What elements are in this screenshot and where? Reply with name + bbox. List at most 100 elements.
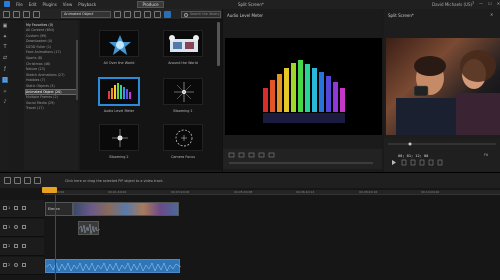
video-clip[interactable]: Electro bbox=[45, 202, 73, 216]
category-item[interactable]: All Content (694) bbox=[26, 28, 76, 33]
ruler-tick: 00;10;00;20 bbox=[421, 190, 440, 194]
playhead-handle[interactable] bbox=[42, 187, 57, 193]
library-label: Around the World bbox=[168, 61, 198, 65]
audio-clip[interactable] bbox=[45, 259, 182, 273]
lock-icon[interactable] bbox=[22, 244, 26, 248]
download-icon[interactable] bbox=[144, 11, 151, 18]
transition-room-icon[interactable]: ⇄ bbox=[2, 55, 8, 61]
new-object-icon[interactable] bbox=[114, 11, 121, 18]
list-view-icon[interactable] bbox=[164, 11, 171, 18]
menu-playback[interactable]: Playback bbox=[78, 2, 96, 7]
library-thumb[interactable] bbox=[99, 30, 139, 57]
category-item[interactable]: Travel (17) bbox=[26, 106, 76, 111]
focus-ring-object-icon bbox=[175, 129, 193, 147]
blue-star-object-icon bbox=[109, 35, 131, 55]
track-enable-checkbox[interactable] bbox=[3, 263, 7, 267]
zoom-select[interactable]: Fit bbox=[484, 153, 488, 157]
track-enable-checkbox[interactable] bbox=[3, 206, 7, 210]
library-thumb-selected[interactable] bbox=[99, 78, 139, 105]
category-item-selected[interactable]: Animated Object (20) bbox=[25, 88, 77, 96]
clip-label: Electro bbox=[48, 207, 60, 211]
search-input[interactable]: Search the library bbox=[181, 11, 221, 18]
menu-view[interactable]: View bbox=[63, 2, 73, 7]
ruler-tick: 00;06;40;12 bbox=[296, 190, 315, 194]
video-clip[interactable] bbox=[73, 202, 179, 216]
track-number: 2 bbox=[8, 263, 11, 267]
media-room-icon[interactable]: ▣ bbox=[2, 23, 8, 29]
lock-icon[interactable] bbox=[22, 263, 26, 267]
import-icon[interactable] bbox=[3, 11, 10, 18]
category-item[interactable]: Christmas (46) bbox=[26, 62, 76, 67]
category-item[interactable]: DZ3D Fuller (1) bbox=[26, 45, 76, 50]
track-enable-checkbox[interactable] bbox=[3, 244, 7, 248]
menu-bar: File Edit Plugins View Playback bbox=[4, 1, 96, 7]
library-thumb[interactable] bbox=[163, 124, 203, 151]
timeline-view-icon[interactable] bbox=[4, 177, 11, 184]
pip-object-room-icon[interactable]: ◫ bbox=[2, 77, 8, 83]
preview-title: Split Screen* bbox=[388, 13, 414, 18]
search-icon bbox=[184, 13, 188, 17]
maximize-icon[interactable]: ☐ bbox=[488, 1, 492, 6]
window-controls: ? — ☐ ✕ bbox=[472, 1, 500, 6]
storyboard-icon[interactable] bbox=[14, 177, 21, 184]
designer-preview[interactable] bbox=[225, 38, 382, 135]
category-item[interactable]: Custom (99) bbox=[26, 34, 76, 39]
library-thumb[interactable] bbox=[163, 30, 203, 57]
library-thumb[interactable] bbox=[163, 78, 203, 105]
track-header-video-1: 1 bbox=[0, 200, 44, 218]
timeline-ruler[interactable]: 00;00;00;00 00;01;40;04 00;03;20;06 00;0… bbox=[44, 190, 500, 195]
menu-file[interactable]: File bbox=[16, 2, 23, 7]
track-header-video-2: 2 bbox=[0, 238, 44, 256]
produce-button[interactable]: Produce bbox=[137, 1, 164, 8]
audio-mixing-icon[interactable]: ♪ bbox=[2, 99, 8, 105]
category-dropdown[interactable]: Animated Object bbox=[61, 11, 111, 18]
title-room-icon[interactable]: T bbox=[2, 44, 8, 50]
track-header-audio-2: 2 bbox=[0, 257, 44, 275]
filter-icon[interactable] bbox=[23, 11, 30, 18]
designer-panel: Audio Level Meter bbox=[222, 9, 382, 172]
lock-icon[interactable] bbox=[22, 206, 26, 210]
category-list: My Favorites (0) All Content (694) Custo… bbox=[24, 20, 78, 170]
menu-edit[interactable]: Edit bbox=[29, 2, 37, 7]
audio-track-icon bbox=[14, 263, 18, 267]
waveform bbox=[78, 223, 101, 235]
category-item[interactable]: Face Animations (17) bbox=[26, 50, 76, 55]
lock-icon[interactable] bbox=[22, 225, 26, 229]
category-item[interactable]: Social Media (29) bbox=[26, 101, 76, 106]
close-icon[interactable]: ✕ bbox=[490, 12, 493, 17]
designer-title: Audio Level Meter bbox=[227, 13, 264, 18]
audio-clip[interactable] bbox=[78, 221, 101, 235]
track-enable-checkbox[interactable] bbox=[3, 225, 7, 229]
category-item[interactable]: Downloaded (0) bbox=[26, 39, 76, 44]
category-scrollbar[interactable] bbox=[76, 40, 78, 100]
library-label: Blooming 1 bbox=[173, 109, 193, 113]
grid-view-icon[interactable] bbox=[154, 11, 161, 18]
equalizer-object-icon bbox=[108, 83, 131, 99]
category-item[interactable]: Nature (23) bbox=[26, 67, 76, 72]
effect-room-icon[interactable]: ƒ bbox=[2, 66, 8, 72]
track-number: 1 bbox=[8, 206, 11, 210]
minimize-icon[interactable]: — bbox=[479, 1, 483, 6]
particle-room-icon[interactable]: ✧ bbox=[2, 89, 8, 95]
category-item[interactable]: Sketch Animations (27) bbox=[26, 73, 76, 78]
preview-video[interactable] bbox=[386, 38, 500, 135]
help-icon[interactable]: ? bbox=[472, 1, 474, 6]
favorites-header[interactable]: My Favorites (0) bbox=[26, 23, 53, 27]
track-manager-icon[interactable] bbox=[24, 177, 31, 184]
category-item[interactable]: Multiple Frames (2) bbox=[26, 95, 76, 100]
edit-icon[interactable] bbox=[124, 11, 131, 18]
fx-room-icon[interactable]: ✦ bbox=[2, 34, 8, 40]
category-item[interactable]: Sports (8) bbox=[26, 56, 76, 61]
category-item[interactable]: Static Objects (3) bbox=[26, 84, 76, 89]
category-item[interactable]: Hobbies (7) bbox=[26, 78, 76, 83]
library-scrollbar[interactable] bbox=[217, 22, 220, 66]
library-grid: All Over the World Around the World Audi… bbox=[80, 20, 222, 170]
library-thumb[interactable] bbox=[99, 124, 139, 151]
sort-icon[interactable] bbox=[33, 11, 40, 18]
magnet-icon[interactable] bbox=[34, 177, 41, 184]
share-icon[interactable] bbox=[134, 11, 141, 18]
menu-plugins[interactable]: Plugins bbox=[42, 2, 56, 7]
plugins-icon[interactable] bbox=[13, 11, 20, 18]
bloom-object-icon bbox=[112, 129, 128, 147]
user-name[interactable]: David Michaels (US) bbox=[432, 2, 472, 7]
